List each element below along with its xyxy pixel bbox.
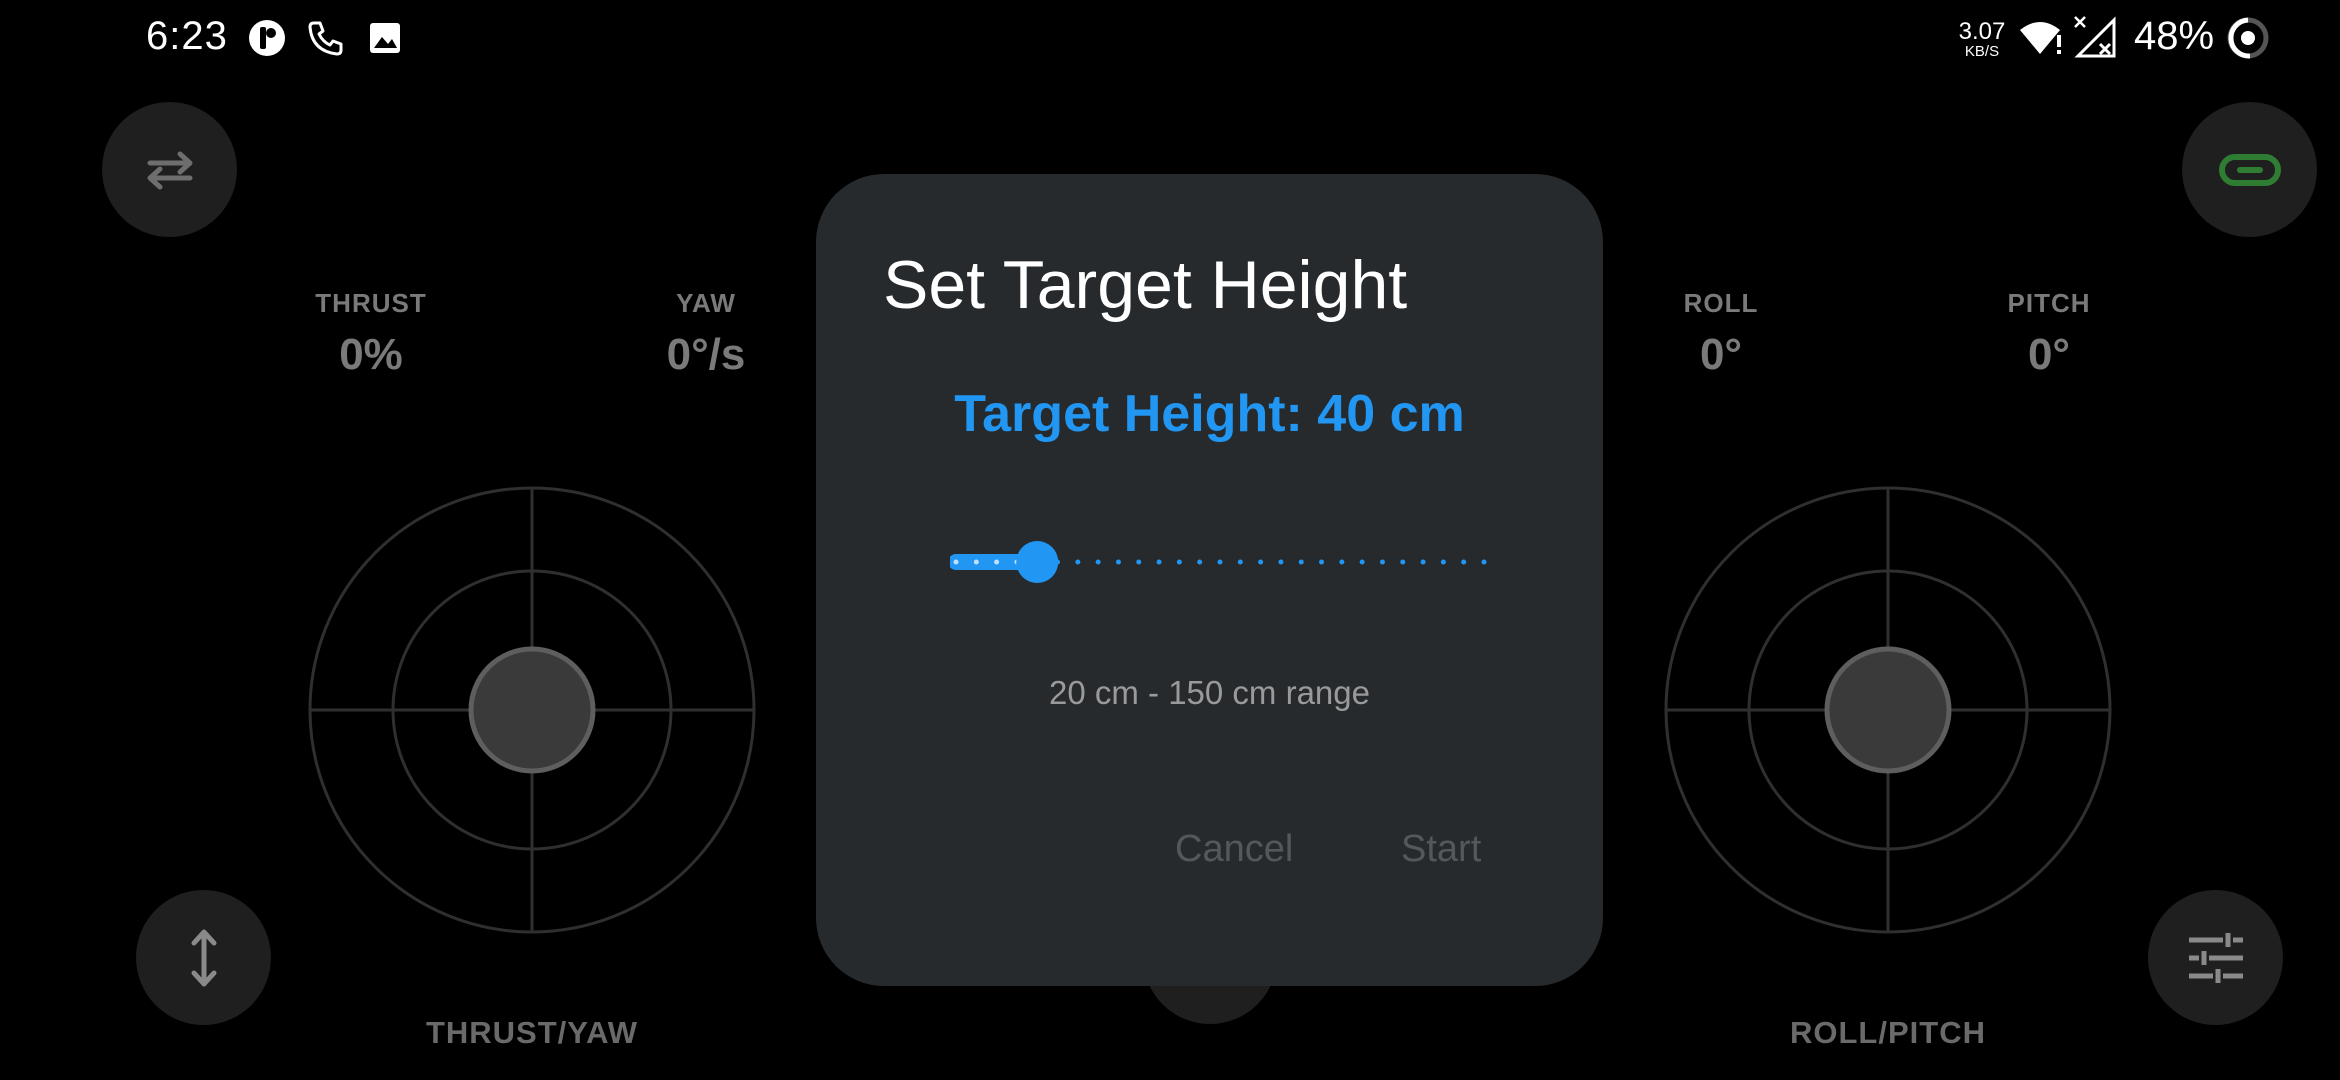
thrust-value: 0% bbox=[339, 330, 403, 379]
slider-tick bbox=[1176, 559, 1182, 565]
thrust-yaw-stick-knob bbox=[468, 646, 596, 774]
slider-tick bbox=[1359, 559, 1365, 565]
slider-tick bbox=[1461, 559, 1467, 565]
target-height-readout: Target Height: 40 cm bbox=[954, 385, 1465, 443]
slider-tick bbox=[1440, 559, 1446, 565]
vertical-arrows-icon bbox=[191, 929, 216, 986]
slider-tick bbox=[973, 559, 979, 565]
slider-tick bbox=[1217, 559, 1223, 565]
slider-tick bbox=[1400, 559, 1406, 565]
slider-tick bbox=[1156, 559, 1162, 565]
slider-tick bbox=[953, 559, 959, 565]
pitch-label: PITCH bbox=[2007, 288, 2091, 318]
roll-pitch-label: ROLL/PITCH bbox=[1790, 1015, 1986, 1050]
target-height-slider[interactable] bbox=[950, 540, 1490, 584]
settings-button[interactable] bbox=[2148, 890, 2283, 1025]
connect-button[interactable] bbox=[2182, 102, 2317, 237]
slider-tick bbox=[1258, 559, 1264, 565]
cancel-button[interactable]: Cancel bbox=[1175, 828, 1293, 871]
slider-tick bbox=[1339, 559, 1345, 565]
pitch-value: 0° bbox=[2027, 330, 2071, 379]
slider-thumb[interactable] bbox=[1016, 541, 1059, 583]
slider-tick bbox=[1095, 559, 1101, 565]
roll-value: 0° bbox=[1699, 330, 1743, 379]
slider-tick bbox=[1075, 559, 1081, 565]
link-icon bbox=[2218, 153, 2281, 186]
roll-pitch-stick-knob bbox=[1824, 646, 1952, 774]
swap-arrows-icon bbox=[147, 151, 192, 189]
thrust-label: THRUST bbox=[315, 288, 427, 318]
thrust-yaw-label: THRUST/YAW bbox=[425, 1015, 639, 1050]
slider-tick bbox=[1278, 559, 1284, 565]
signal-off-icon bbox=[2074, 16, 2116, 58]
phone-icon bbox=[308, 21, 343, 56]
roll-label: ROLL bbox=[1683, 288, 1759, 318]
target-height-dialog: Set Target Height Target Height: 40 cm 2… bbox=[816, 174, 1603, 986]
yaw-value: 0°/s bbox=[666, 330, 746, 379]
status-time: 6:23 bbox=[146, 14, 228, 58]
slider-tick bbox=[1298, 559, 1304, 565]
battery-percent: 48% bbox=[2134, 14, 2215, 58]
slider-tick bbox=[1420, 559, 1426, 565]
slider-tick bbox=[994, 559, 1000, 565]
slider-tick bbox=[1319, 559, 1325, 565]
slider-tick bbox=[1379, 559, 1385, 565]
height-button[interactable] bbox=[136, 890, 271, 1025]
slider-tick bbox=[1136, 559, 1142, 565]
image-icon bbox=[370, 23, 400, 53]
wifi-alert-icon bbox=[2020, 22, 2061, 54]
net-speed: 3.07 KB/S bbox=[1958, 18, 2006, 60]
start-button[interactable]: Start bbox=[1401, 828, 1481, 871]
sliders-icon bbox=[2188, 932, 2243, 983]
dialog-title: Set Target Height bbox=[883, 247, 1408, 323]
slider-tick bbox=[1481, 559, 1487, 565]
battery-ring-icon bbox=[2227, 17, 2269, 59]
roll-pitch-joystick[interactable] bbox=[1663, 485, 2113, 935]
p-icon bbox=[249, 20, 285, 56]
slider-tick bbox=[1237, 559, 1243, 565]
slider-tick bbox=[1197, 559, 1203, 565]
swap-button[interactable] bbox=[102, 102, 237, 237]
thrust-yaw-joystick[interactable] bbox=[307, 485, 757, 935]
slider-tick bbox=[1115, 559, 1121, 565]
yaw-label: YAW bbox=[676, 288, 736, 318]
range-hint: 20 cm - 150 cm range bbox=[1049, 674, 1370, 711]
